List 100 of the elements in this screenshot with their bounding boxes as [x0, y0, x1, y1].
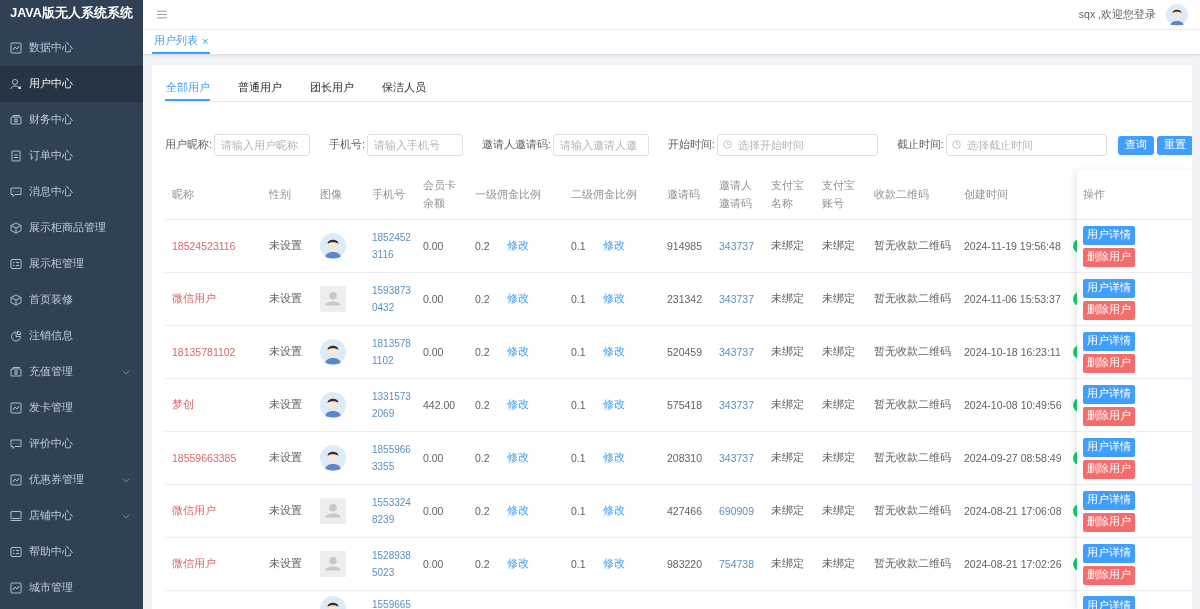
- user-details-button[interactable]: 用户详情: [1083, 437, 1135, 457]
- table-cell: 2024-08-21 17:06:08: [964, 505, 1062, 517]
- edit-link[interactable]: 修改: [602, 292, 625, 306]
- user-type-tab[interactable]: 普通用户: [237, 77, 282, 101]
- nickname-text: 微信用户: [172, 557, 216, 571]
- avatar-icon[interactable]: [1166, 3, 1188, 26]
- user-details-button[interactable]: 用户详情: [1083, 278, 1135, 298]
- delete-user-button[interactable]: 删除用户: [1083, 247, 1135, 267]
- edit-link[interactable]: 修改: [506, 292, 529, 306]
- edit-link[interactable]: 修改: [506, 504, 529, 518]
- list-icon: [10, 546, 22, 558]
- user-type-tab[interactable]: 保洁人员: [381, 77, 426, 101]
- phone-link[interactable]: 13315732069: [372, 388, 411, 422]
- table-cell: 2024-09-27 08:58:49: [964, 452, 1062, 464]
- delete-user-button[interactable]: 删除用户: [1083, 512, 1135, 532]
- phone-link[interactable]: 1559665: [372, 596, 411, 609]
- commission-ratio: 0.2: [475, 240, 490, 252]
- delete-user-button[interactable]: 删除用户: [1083, 406, 1135, 426]
- phone-link[interactable]: 18559663355: [372, 441, 411, 475]
- edit-link[interactable]: 修改: [602, 557, 625, 571]
- sidebar-item[interactable]: 展示柜商品管理: [0, 210, 143, 246]
- sidebar-item[interactable]: 用户中心: [0, 66, 143, 102]
- user-details-button[interactable]: 用户详情: [1083, 490, 1135, 510]
- user-details-button[interactable]: 用户详情: [1083, 225, 1135, 245]
- sidebar-item[interactable]: 发卡管理: [0, 390, 143, 426]
- user-details-button[interactable]: 用户详情: [1083, 543, 1135, 563]
- filter-label: 手机号:: [328, 138, 365, 152]
- user-details-button[interactable]: 用户详情: [1083, 384, 1135, 404]
- user-details-button[interactable]: 用户详情: [1083, 331, 1135, 351]
- column-header: 一级佣金比例: [475, 186, 541, 202]
- close-icon[interactable]: ×: [202, 35, 209, 47]
- table-cell: 983220: [667, 558, 703, 570]
- column-header: 昵称: [172, 186, 194, 202]
- sidebar-item[interactable]: 评价中心: [0, 426, 143, 462]
- table-cell: 0.00: [423, 558, 444, 570]
- sidebar-item[interactable]: 店铺中心: [0, 498, 143, 534]
- commission-ratio: 0.2: [475, 558, 490, 570]
- text-field[interactable]: 请输入邀请人邀: [552, 134, 649, 156]
- edit-link[interactable]: 修改: [602, 239, 625, 253]
- date-field[interactable]: 选择开始时间: [716, 134, 878, 156]
- sidebar-item[interactable]: 展示柜管理: [0, 246, 143, 282]
- table-cell: 520459: [667, 346, 703, 358]
- table-cell: 暂无收款二维码: [874, 451, 951, 465]
- edit-link[interactable]: 修改: [506, 557, 529, 571]
- sidebar-item[interactable]: 城市管理: [0, 570, 143, 606]
- sidebar-item[interactable]: 财务中心: [0, 102, 143, 138]
- edit-link[interactable]: 修改: [506, 451, 529, 465]
- column-header: 会员卡余额: [423, 177, 457, 211]
- text-field[interactable]: 请输入用户昵称: [213, 134, 310, 156]
- phone-link[interactable]: 15289385023: [372, 547, 411, 581]
- edit-link[interactable]: 修改: [602, 345, 625, 359]
- sidebar-item[interactable]: 订单中心: [0, 138, 143, 174]
- sidebar-item[interactable]: 充值管理: [0, 354, 143, 390]
- commission-ratio: 0.1: [571, 240, 586, 252]
- inviter-code-link[interactable]: 343737: [719, 452, 755, 464]
- table-cell: 未绑定: [822, 292, 855, 306]
- table-cell: 0.00: [423, 293, 444, 305]
- table-cell: 427466: [667, 505, 703, 517]
- inviter-code-link[interactable]: 343737: [719, 399, 755, 411]
- edit-link[interactable]: 修改: [602, 398, 625, 412]
- table-cell: 未绑定: [822, 345, 855, 359]
- edit-link[interactable]: 修改: [602, 504, 625, 518]
- phone-link[interactable]: 18135781102: [372, 335, 411, 369]
- table-cell: 0.00: [423, 452, 444, 464]
- edit-link[interactable]: 修改: [506, 239, 529, 253]
- column-header: 邀请码: [667, 186, 700, 202]
- inviter-code-link[interactable]: 343737: [719, 293, 755, 305]
- user-type-tab[interactable]: 全部用户: [165, 77, 210, 101]
- phone-link[interactable]: 15533248239: [372, 494, 411, 528]
- search-button[interactable]: 查询: [1117, 135, 1154, 155]
- edit-link[interactable]: 修改: [602, 451, 625, 465]
- sidebar-item[interactable]: 优惠券管理: [0, 462, 143, 498]
- inviter-code-link[interactable]: 754738: [719, 558, 755, 570]
- text-field[interactable]: 请输入手机号: [366, 134, 463, 156]
- menu-icon[interactable]: [157, 10, 167, 19]
- inviter-code-link[interactable]: 690909: [719, 505, 755, 517]
- phone-link[interactable]: 18524523116: [372, 229, 411, 263]
- sidebar-item[interactable]: 首页装修: [0, 282, 143, 318]
- edit-link[interactable]: 修改: [506, 398, 529, 412]
- delete-user-button[interactable]: 删除用户: [1083, 459, 1135, 479]
- sidebar-item[interactable]: 数据中心: [0, 30, 143, 66]
- default-avatar-icon: [320, 286, 346, 312]
- sidebar-item[interactable]: 注销信息: [0, 318, 143, 354]
- delete-user-button[interactable]: 删除用户: [1083, 353, 1135, 373]
- edit-link[interactable]: 修改: [506, 345, 529, 359]
- user-type-tab[interactable]: 团长用户: [309, 77, 354, 101]
- column-header: 图像: [320, 186, 342, 202]
- column-header: 支付宝账号: [822, 177, 856, 211]
- phone-link[interactable]: 15938730432: [372, 282, 411, 316]
- sidebar-item[interactable]: 帮助中心: [0, 534, 143, 570]
- avatar-icon: [320, 445, 346, 471]
- sidebar-item[interactable]: 消息中心: [0, 174, 143, 210]
- delete-user-button[interactable]: 删除用户: [1083, 565, 1135, 585]
- page-tab[interactable]: 用户列表 ×: [152, 30, 211, 54]
- reset-button[interactable]: 重置: [1156, 135, 1192, 155]
- inviter-code-link[interactable]: 343737: [719, 346, 755, 358]
- commission-ratio: 0.1: [571, 505, 586, 517]
- commission-ratio: 0.1: [571, 399, 586, 411]
- delete-user-button[interactable]: 删除用户: [1083, 300, 1135, 320]
- inviter-code-link[interactable]: 343737: [719, 240, 755, 252]
